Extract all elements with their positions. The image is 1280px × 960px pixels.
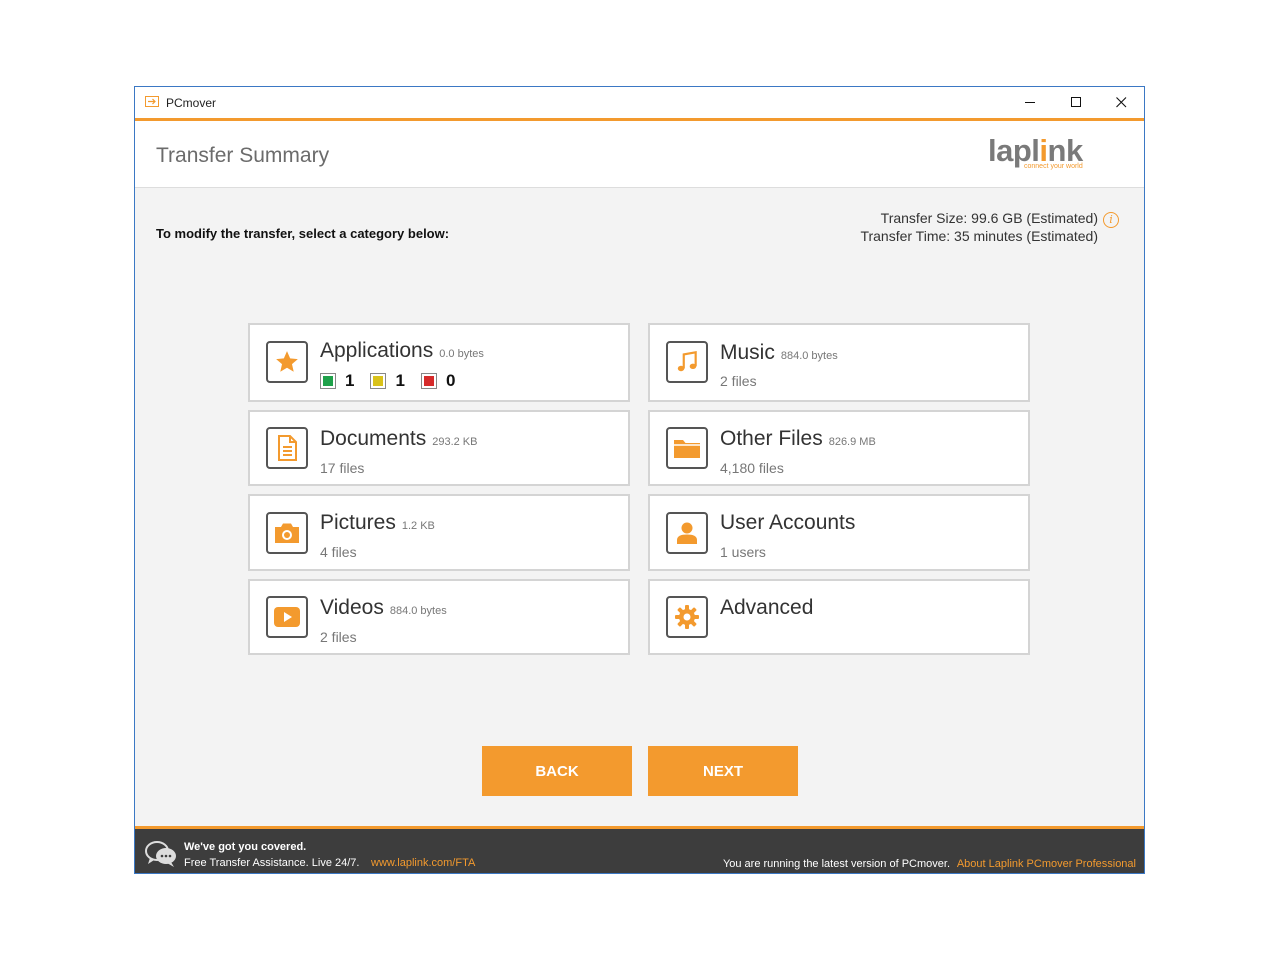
category-label: Pictures 1.2 KB (320, 511, 435, 534)
transfer-estimates: Transfer Size: 99.6 GB (Estimated) Trans… (860, 209, 1098, 245)
status-yellow-indicator (370, 373, 387, 389)
footer-assist-text: Free Transfer Assistance. Live 24/7. (184, 857, 360, 869)
category-size: 293.2 KB (432, 436, 478, 448)
category-label: Advanced (720, 596, 814, 619)
category-detail: 2 files (320, 629, 357, 645)
category-other-files[interactable]: Other Files 826.9 MB 4,180 files (648, 410, 1030, 486)
chat-bubbles-icon (145, 841, 176, 867)
pcmover-app-icon (145, 96, 159, 107)
category-detail: 2 files (720, 373, 757, 389)
category-size: 0.0 bytes (439, 348, 484, 360)
maximize-button[interactable] (1053, 87, 1099, 118)
footer-tagline: We've got you covered. (184, 841, 307, 853)
gear-icon (666, 596, 708, 638)
category-pictures[interactable]: Pictures 1.2 KB 4 files (248, 494, 630, 571)
category-videos[interactable]: Videos 884.0 bytes 2 files (248, 579, 630, 655)
category-size: 1.2 KB (401, 520, 435, 532)
info-icon[interactable]: i (1103, 212, 1119, 228)
status-yellow-count: 1 (395, 371, 405, 390)
version-status: You are running the latest version of PC… (722, 858, 950, 870)
category-label: Music 884.0 bytes (720, 341, 838, 364)
category-user-accounts[interactable]: User Accounts 1 users (648, 494, 1030, 571)
status-red-count: 0 (445, 371, 456, 390)
category-label: Videos 884.0 bytes (320, 596, 447, 619)
footer-bar: We've got you covered. Free Transfer Ass… (135, 826, 1144, 873)
application-status-counts: 1 1 0 (320, 371, 471, 391)
instruction-text: To modify the transfer, select a categor… (156, 226, 450, 241)
category-detail: 17 files (320, 460, 365, 476)
category-detail: 4,180 files (720, 460, 784, 476)
transfer-size: Transfer Size: 99.6 GB (Estimated) (880, 210, 1098, 226)
category-label: User Accounts (720, 511, 856, 534)
category-applications[interactable]: Applications 0.0 bytes 1 1 0 (248, 323, 630, 402)
close-button[interactable] (1098, 87, 1144, 118)
page-header: Transfer Summary laplink connect your wo… (135, 121, 1144, 188)
category-label: Documents 293.2 KB (320, 427, 478, 450)
window-title: PCmover (166, 96, 217, 110)
music-note-icon (666, 341, 708, 383)
laplink-logo: laplink connect your world (988, 133, 1083, 170)
page-title: Transfer Summary (156, 144, 330, 167)
category-advanced[interactable]: Advanced (648, 579, 1030, 655)
user-icon (666, 512, 708, 554)
maximize-icon (1070, 97, 1081, 107)
about-link[interactable]: About Laplink PCmover Professional (957, 858, 1136, 870)
category-detail: 1 users (720, 544, 766, 560)
folder-icon (666, 427, 708, 469)
category-detail: 4 files (320, 544, 357, 560)
minimize-icon (1024, 102, 1035, 103)
next-button[interactable]: NEXT (648, 746, 798, 796)
camera-icon (266, 512, 308, 554)
close-icon (1115, 97, 1126, 108)
status-red-indicator (420, 373, 437, 389)
play-icon (266, 596, 308, 638)
category-label: Other Files 826.9 MB (720, 427, 876, 450)
pcmover-window: PCmover Transfer Summary laplink connect… (134, 86, 1145, 874)
star-icon (266, 341, 308, 383)
status-green-count: 1 (345, 371, 355, 390)
fta-link[interactable]: www.laplink.com/FTA (371, 857, 475, 869)
title-bar: PCmover (135, 87, 1144, 121)
transfer-time: Transfer Time: 35 minutes (Estimated) (860, 228, 1098, 244)
minimize-button[interactable] (1007, 87, 1053, 118)
category-documents[interactable]: Documents 293.2 KB 17 files (248, 410, 630, 486)
category-size: 884.0 bytes (389, 605, 447, 617)
category-size: 826.9 MB (828, 436, 876, 448)
status-green-indicator (320, 373, 336, 389)
back-button[interactable]: BACK (482, 746, 632, 796)
category-label: Applications 0.0 bytes (320, 339, 484, 362)
category-size: 884.0 bytes (780, 350, 838, 362)
document-icon (266, 427, 308, 469)
category-music[interactable]: Music 884.0 bytes 2 files (648, 323, 1030, 402)
